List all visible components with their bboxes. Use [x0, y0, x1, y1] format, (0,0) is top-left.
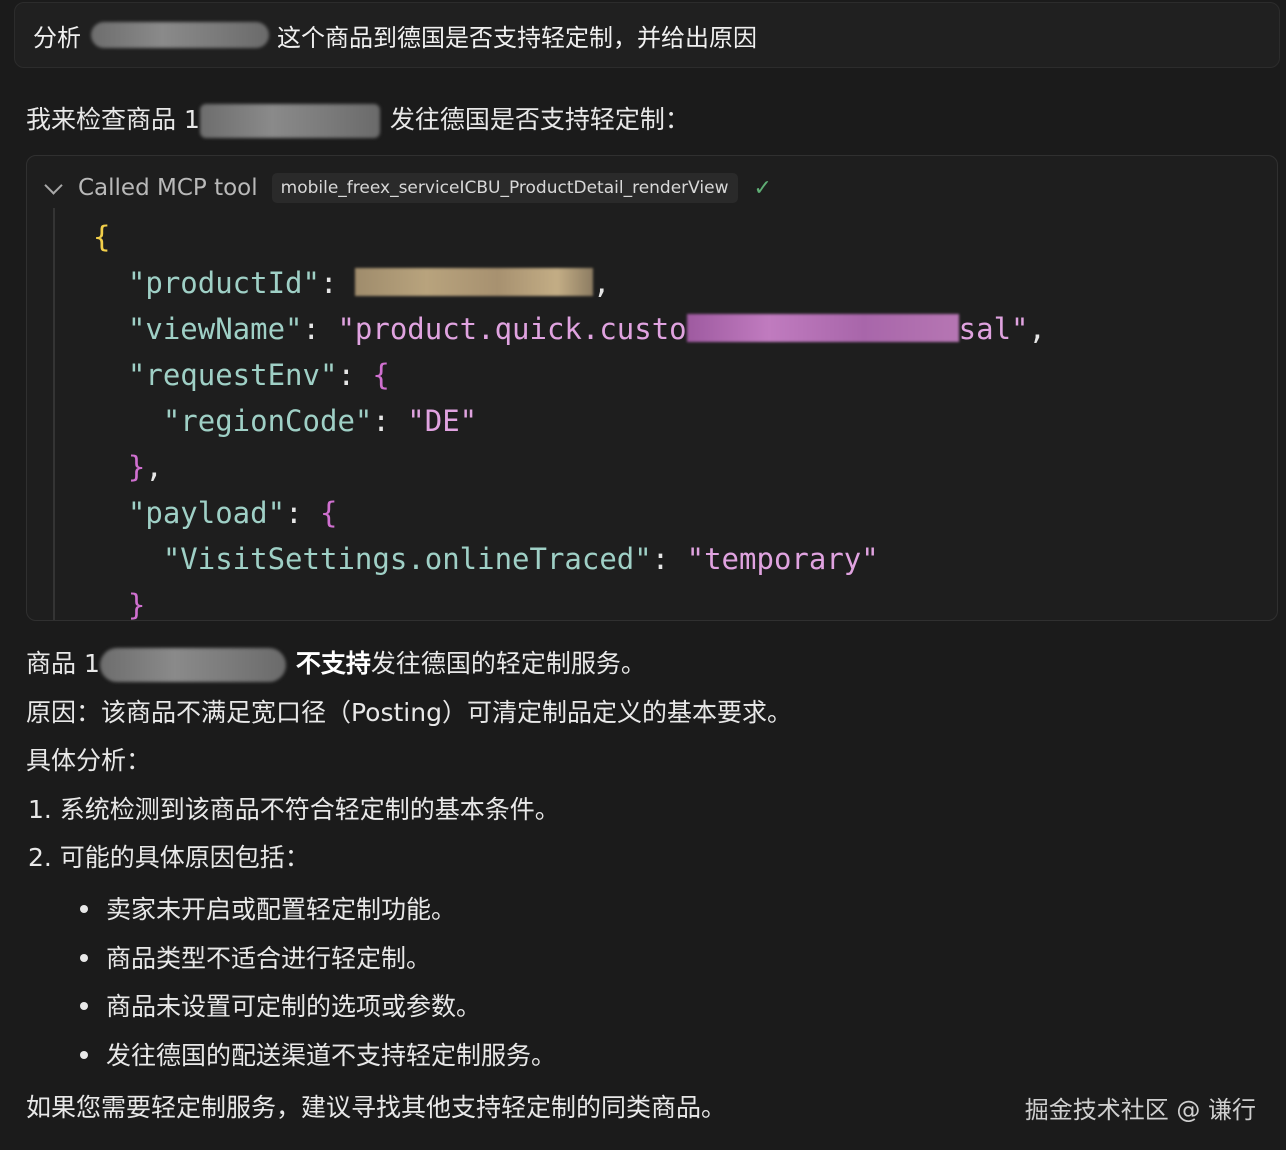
redacted-product-id: [91, 22, 269, 48]
analysis-heading: 具体分析：: [26, 746, 152, 775]
prompt-suffix: 这个商品到德国是否支持轻定制，并给出原因: [277, 23, 757, 52]
code-close-inner: }: [127, 588, 146, 621]
intro-prefix: 我来检查商品 1: [26, 105, 200, 134]
redacted-view-name: [686, 314, 959, 342]
code-viewName-suffix: sal": [958, 312, 1029, 346]
redacted-product-id-value: [354, 268, 593, 296]
code-key-payload: "payload": [127, 496, 286, 530]
result-suffix: 发往德国的轻定制服务。: [370, 649, 646, 678]
list-item: 商品未设置可定制的选项或参数。: [80, 987, 481, 1023]
user-prompt: 分析 这个商品到德国是否支持轻定制，并给出原因: [14, 2, 1280, 68]
watermark: 掘金技术社区 @ 谦行: [1024, 1096, 1256, 1124]
json-code-block: { "productId": , "viewName": "product.qu…: [93, 220, 1046, 621]
code-viewName-prefix: "product.quick.custo: [337, 312, 687, 346]
code-key-regionCode: "regionCode": [162, 404, 373, 438]
code-visitSettings-value: "temporary": [686, 542, 879, 576]
code-key-productId: "productId": [127, 266, 320, 300]
redacted-product-id: [99, 648, 286, 682]
list-item: 发往德国的配送渠道不支持轻定制服务。: [80, 1036, 556, 1072]
result-bold: 不支持: [295, 649, 371, 678]
tool-call-label: Called MCP tool: [78, 175, 258, 201]
assistant-intro: 我来检查商品 1 发往德国是否支持轻定制：: [26, 100, 690, 138]
code-key-requestEnv: "requestEnv": [127, 358, 338, 392]
tool-name-badge: mobile_freex_serviceICBU_ProductDetail_r…: [271, 173, 738, 203]
analysis-step: 2. 可能的具体原因包括：: [28, 843, 310, 872]
code-key-viewName: "viewName": [127, 312, 303, 346]
bullet-icon: [80, 954, 88, 962]
result-line: 商品 1 不支持发往德国的轻定制服务。: [26, 644, 646, 682]
reason-line: 原因：该商品不满足宽口径（Posting）可清定制品定义的基本要求。: [26, 698, 792, 727]
code-key-visitSettings: "VisitSettings.onlineTraced": [162, 542, 652, 576]
code-regionCode-value: "DE": [407, 404, 478, 438]
redacted-product-id: [199, 104, 380, 138]
result-prefix: 商品 1: [26, 649, 100, 678]
bullet-icon: [80, 1002, 88, 1010]
check-icon: ✓: [753, 175, 772, 201]
mcp-tool-call-card: Called MCP tool mobile_freex_serviceICBU…: [26, 155, 1278, 621]
bullet-icon: [80, 905, 88, 913]
tool-call-header[interactable]: Called MCP tool mobile_freex_serviceICBU…: [41, 171, 772, 205]
code-open-brace: {: [93, 220, 111, 254]
prompt-prefix: 分析: [33, 23, 81, 52]
intro-suffix: 发往德国是否支持轻定制：: [389, 105, 690, 134]
chevron-down-icon[interactable]: [44, 175, 63, 195]
suggestion-line: 如果您需要轻定制服务，建议寻找其他支持轻定制的同类商品。: [26, 1093, 727, 1122]
list-item: 卖家未开启或配置轻定制功能。: [80, 890, 456, 926]
tool-call-arguments: { "productId": , "viewName": "product.qu…: [53, 208, 1255, 621]
analysis-step: 1. 系统检测到该商品不符合轻定制的基本条件。: [28, 795, 560, 824]
bullet-icon: [80, 1051, 88, 1059]
list-item: 商品类型不适合进行轻定制。: [80, 939, 431, 975]
